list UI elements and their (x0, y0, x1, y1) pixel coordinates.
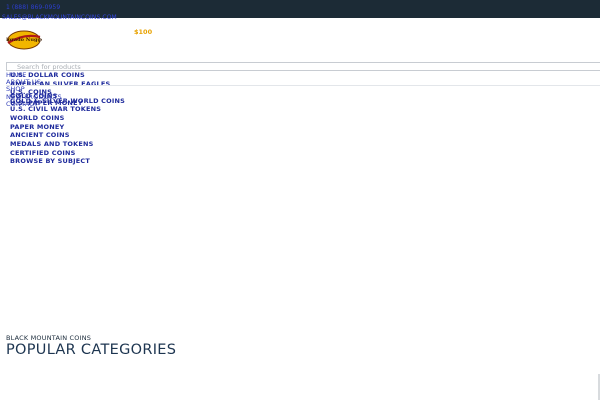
section-title: POPULAR CATEGORIES (6, 342, 177, 358)
category-certified-coins[interactable]: CERTIFIED COINS (10, 149, 76, 157)
category-us-dollar-coins[interactable]: U.S. DOLLAR COINS (10, 71, 85, 79)
top-bar: 1 (888) 869-0959 SALES@BLACKMOUNTAINCOIN… (0, 0, 600, 21)
email-link[interactable]: SALES@BLACKMOUNTAINCOINS.COM (2, 14, 117, 21)
category-civil-war-tokens[interactable]: U.S. CIVIL WAR TOKENS (10, 105, 101, 113)
cart-total[interactable]: $100 (134, 28, 152, 36)
section-subtitle: BLACK MOUNTAIN COINS (6, 334, 92, 342)
category-paper-money[interactable]: PAPER MONEY (10, 123, 64, 131)
search-input[interactable] (17, 63, 577, 71)
category-medals-tokens[interactable]: MEDALS AND TOKENS (10, 140, 94, 148)
svg-text:Colorado Nuggets: Colorado Nuggets (6, 37, 42, 43)
phone-link[interactable]: 1 (888) 869-0959 (6, 4, 60, 11)
category-american-silver-eagles[interactable]: AMERICAN SILVER EAGLES (10, 80, 110, 88)
logo-icon: Colorado Nuggets (0, 30, 49, 50)
search-bar[interactable] (6, 62, 600, 71)
category-ancient-coins[interactable]: ANCIENT COINS (10, 131, 70, 139)
category-browse-by-subject[interactable]: BROWSE BY SUBJECT (10, 157, 90, 165)
site-logo[interactable]: Colorado Nuggets (0, 28, 49, 52)
header-divider (6, 85, 600, 86)
category-world-coins[interactable]: WORLD COINS (10, 114, 65, 122)
